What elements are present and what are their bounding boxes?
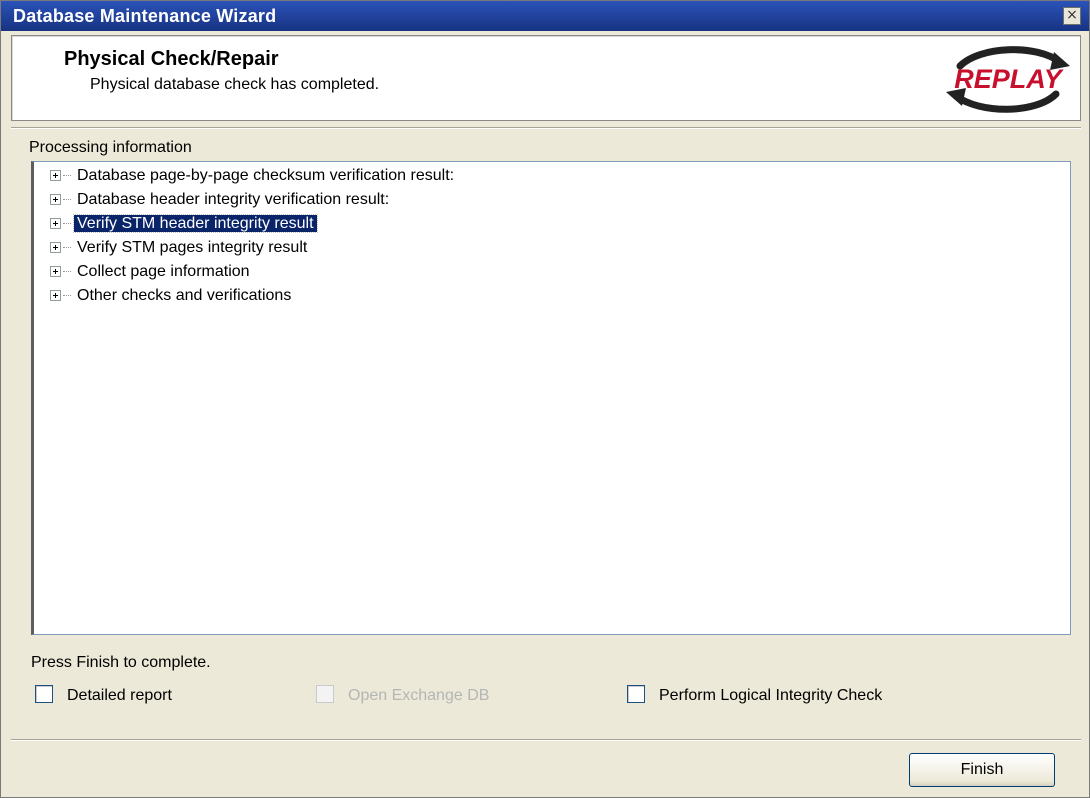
header-separator bbox=[11, 127, 1081, 129]
page-title: Physical Check/Repair bbox=[64, 48, 279, 70]
processing-tree[interactable]: Database page-by-page checksum verificat… bbox=[31, 161, 1071, 635]
close-button[interactable]: × bbox=[1063, 7, 1081, 25]
tree-item[interactable]: Verify STM pages integrity result bbox=[50, 237, 310, 259]
tree-connector bbox=[63, 247, 71, 249]
tree-item-label: Verify STM header integrity result bbox=[73, 214, 318, 233]
wizard-header: Physical Check/Repair Physical database … bbox=[11, 35, 1081, 121]
tree-item[interactable]: Verify STM header integrity result bbox=[50, 213, 318, 235]
logical-integrity-check-checkbox[interactable]: Perform Logical Integrity Check bbox=[627, 685, 882, 707]
finish-button[interactable]: Finish bbox=[909, 753, 1055, 787]
title-bar[interactable]: Database Maintenance Wizard × bbox=[1, 1, 1089, 31]
replay-logo: REPLAY bbox=[946, 46, 1070, 113]
tree-item-label: Collect page information bbox=[77, 263, 250, 280]
close-icon: × bbox=[1066, 7, 1078, 23]
detailed-report-checkbox[interactable]: Detailed report bbox=[35, 685, 172, 707]
window-title: Database Maintenance Wizard bbox=[13, 6, 277, 26]
button-bar: Finish bbox=[11, 739, 1081, 795]
logo-arrow-bottom-icon bbox=[952, 90, 1060, 113]
checkbox-box[interactable] bbox=[627, 685, 645, 703]
finish-hint: Press Finish to complete. bbox=[31, 654, 211, 671]
tree-connector bbox=[63, 295, 71, 297]
expand-plus-icon[interactable] bbox=[50, 290, 61, 301]
expand-plus-icon[interactable] bbox=[50, 242, 61, 253]
tree-item-label: Verify STM pages integrity result bbox=[77, 239, 308, 256]
tree-item-label: Other checks and verifications bbox=[77, 287, 292, 304]
tree-connector bbox=[63, 199, 71, 201]
tree-item[interactable]: Database header integrity verification r… bbox=[50, 189, 392, 211]
expand-plus-icon[interactable] bbox=[50, 194, 61, 205]
tree-item-label: Database header integrity verification r… bbox=[77, 191, 390, 208]
wizard-window: Database Maintenance Wizard × Physical C… bbox=[0, 0, 1090, 798]
tree-item-label: Database page-by-page checksum verificat… bbox=[77, 167, 455, 184]
tree-connector bbox=[63, 223, 71, 225]
tree-connector bbox=[63, 271, 71, 273]
open-exchange-db-checkbox: Open Exchange DB bbox=[316, 685, 489, 707]
tree-connector bbox=[63, 175, 71, 177]
detailed-report-label: Detailed report bbox=[67, 687, 172, 704]
checkbox-box bbox=[316, 685, 334, 703]
logical-integrity-check-label: Perform Logical Integrity Check bbox=[659, 687, 883, 704]
page-subtitle: Physical database check has completed. bbox=[90, 76, 380, 93]
logo-text: REPLAY bbox=[954, 64, 1065, 94]
tree-item[interactable]: Database page-by-page checksum verificat… bbox=[50, 165, 457, 187]
processing-info-label: Processing information bbox=[29, 139, 192, 156]
tree-item[interactable]: Collect page information bbox=[50, 261, 253, 283]
expand-plus-icon[interactable] bbox=[50, 170, 61, 181]
open-exchange-db-label: Open Exchange DB bbox=[348, 687, 490, 704]
expand-plus-icon[interactable] bbox=[50, 266, 61, 277]
expand-plus-icon[interactable] bbox=[50, 218, 61, 229]
checkbox-box[interactable] bbox=[35, 685, 53, 703]
tree-item[interactable]: Other checks and verifications bbox=[50, 285, 294, 307]
